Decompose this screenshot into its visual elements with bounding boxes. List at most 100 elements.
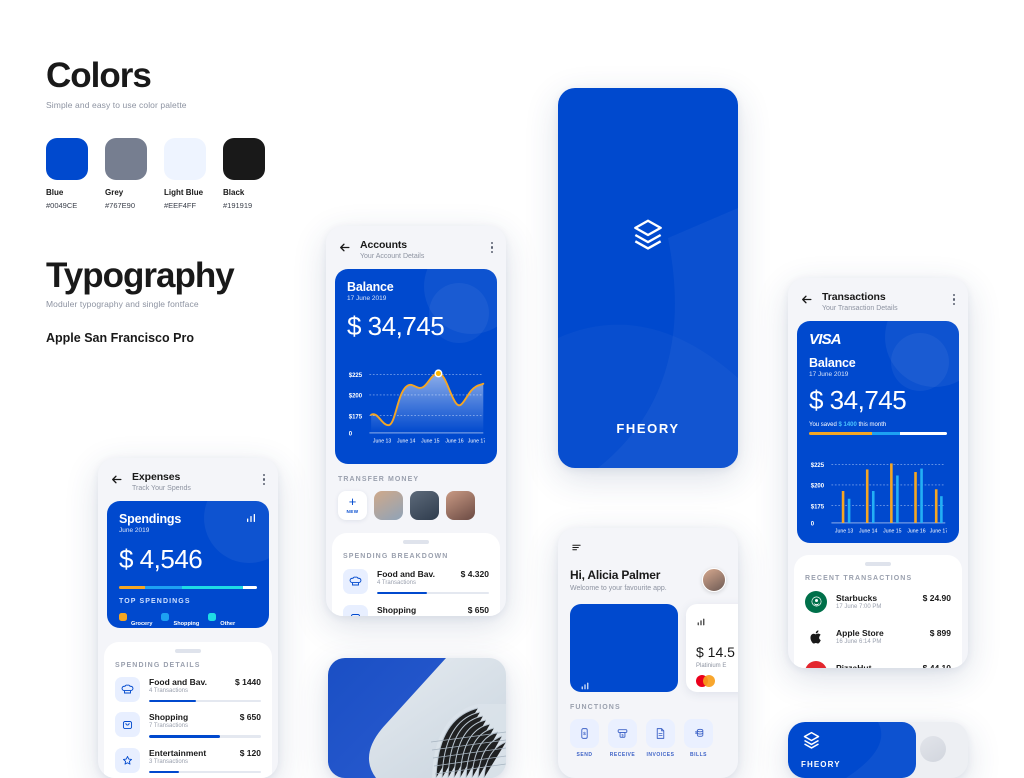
page-title: Expenses: [132, 471, 181, 483]
contact-avatar[interactable]: [446, 491, 475, 520]
function-send[interactable]: $ SEND: [570, 719, 599, 758]
invoice-icon: [646, 719, 675, 748]
swatch-chip: [164, 138, 206, 180]
bar-group-june13: [841, 491, 851, 523]
contact-avatar[interactable]: [410, 491, 439, 520]
star-icon: [115, 747, 140, 773]
colors-subtitle: Simple and easy to use color palette: [46, 100, 187, 110]
bar-spent: [934, 489, 938, 523]
legend-label: Grocery: [131, 621, 153, 627]
y-tick: $225: [349, 373, 363, 379]
list-item[interactable]: Shopping $ 650 7 Transactions: [115, 702, 261, 738]
item-time: 17 June 7:00 PM: [836, 604, 882, 610]
more-vertical-icon[interactable]: [262, 474, 265, 486]
chef-hat-icon: [343, 568, 368, 594]
x-tick: June 15: [421, 438, 439, 444]
item-progress: [377, 591, 489, 595]
chef-hat-icon: [115, 676, 140, 702]
card-visa[interactable]: $ 34.745 Platinium Extra VISA 06/23: [570, 604, 678, 692]
brand-card: FHEORY: [788, 722, 968, 778]
splash-decor: [598, 208, 738, 468]
arrow-left-icon[interactable]: [800, 293, 813, 306]
dashboard-screen: Hi, Alicia Palmer Welcome to your favour…: [558, 528, 738, 778]
legend-item: Other$ 1256: [208, 612, 237, 628]
arrow-left-icon[interactable]: [110, 473, 123, 486]
bills-icon: $: [684, 719, 713, 748]
spendings-distribution-bar: [119, 586, 257, 589]
item-amount: $ 650: [467, 605, 489, 616]
contact-avatar[interactable]: [374, 491, 403, 520]
colors-title: Colors: [46, 56, 152, 95]
new-label: NEW: [346, 509, 359, 514]
function-label: BILLS: [690, 752, 707, 758]
decor-blob: [429, 283, 489, 343]
splash-screen: FHEORY: [558, 88, 738, 468]
page-title: Transactions: [822, 291, 886, 303]
item-time: 16 June 6:14 PM: [836, 639, 882, 645]
balance-date: 17 June 2019: [809, 371, 849, 378]
brand-name: FHEORY: [801, 760, 841, 769]
swatch-hex: #191919: [223, 201, 253, 210]
starbucks-logo: [805, 590, 827, 613]
list-item[interactable]: Entertainment $ 120 3 Transactions: [115, 738, 261, 774]
apple-logo: [805, 626, 827, 648]
hamburger-icon[interactable]: [570, 542, 583, 553]
spending-breakdown-label: SPENDING BREAKDOWN: [343, 552, 449, 560]
page-subtitle: Track Your Spends: [132, 485, 191, 492]
sheet-grabber[interactable]: [865, 562, 891, 566]
spending-details-label: SPENDING DETAILS: [115, 661, 201, 669]
expenses-header: Expenses Track Your Spends: [98, 458, 278, 501]
item-amount: $ 44.10: [922, 663, 951, 668]
cards-carousel[interactable]: $ 34.745 Platinium Extra VISA 06/23 $ 14…: [558, 604, 738, 692]
function-label: INVOICES: [646, 752, 675, 758]
list-item[interactable]: PizzaHut $ 44.10 16 June 1:20 PM: [805, 648, 951, 668]
list-item[interactable]: Starbucks $ 24.90 17 June 7:00 PM: [805, 582, 951, 613]
arrow-left-icon[interactable]: [338, 241, 351, 254]
function-invoices[interactable]: INVOICES: [646, 719, 675, 758]
list-item[interactable]: Food and Bav. $ 4.320 4 Transactions: [343, 560, 489, 595]
y-tick: 0: [811, 522, 815, 528]
add-contact-button[interactable]: + NEW: [338, 491, 367, 520]
list-item[interactable]: Shopping $ 650 7 Transactions: [343, 594, 489, 616]
y-tick: $175: [811, 504, 825, 510]
more-vertical-icon[interactable]: [952, 294, 955, 306]
layers-logo-icon: [634, 219, 662, 250]
item-transactions: 4 Transactions: [377, 579, 417, 586]
receive-money-icon: $: [608, 719, 637, 748]
swatch-hex: #EEF4FF: [164, 201, 197, 210]
send-money-icon: $: [570, 719, 599, 748]
item-transactions: 7 Transactions: [149, 723, 189, 730]
transfer-contacts: + NEW: [338, 491, 494, 520]
bar-saved: [940, 496, 943, 523]
functions-label: FUNCTIONS: [570, 704, 621, 711]
spendings-date: June 2019: [119, 527, 150, 534]
sheet-grabber[interactable]: [403, 540, 429, 544]
typography-subtitle: Moduler typography and single fontface: [46, 299, 199, 309]
list-item[interactable]: Apple Store $ 899 16 June 6:14 PM: [805, 613, 951, 648]
more-vertical-icon[interactable]: [490, 242, 493, 254]
item-name: Shopping: [149, 712, 189, 723]
x-tick: June 16: [445, 438, 463, 444]
sheet-grabber[interactable]: [175, 649, 201, 653]
x-tick: June 13: [373, 438, 391, 444]
swatch-name: Blue: [46, 188, 64, 197]
legend-label: Other: [220, 621, 236, 627]
swatch-grey: Grey #767E90: [105, 138, 147, 210]
bar-saved: [920, 468, 923, 523]
card-mastercard[interactable]: $ 14.5 Platinium E: [686, 604, 738, 692]
function-bills[interactable]: $ BILLS: [684, 719, 713, 758]
legend-item: Grocery$ 546: [119, 612, 152, 628]
brand-card-front: FHEORY: [788, 722, 916, 778]
list-item[interactable]: Food and Bav. $ 1440 4 Transactions: [115, 669, 261, 703]
item-amount: $ 899: [929, 628, 951, 638]
y-tick: $175: [349, 414, 363, 420]
style-guide: Colors Simple and easy to use color pale…: [46, 58, 306, 345]
item-amount: $ 120: [239, 747, 261, 758]
spendings-label: Spendings: [119, 512, 182, 526]
x-tick: June 13: [835, 528, 853, 534]
accounts-header: Accounts Your Account Details: [326, 226, 506, 269]
typography-title: Typography: [46, 256, 235, 295]
avatar[interactable]: [702, 568, 726, 592]
item-name: Entertainment: [149, 747, 207, 758]
function-receive[interactable]: $ RECEIVE: [608, 719, 637, 758]
